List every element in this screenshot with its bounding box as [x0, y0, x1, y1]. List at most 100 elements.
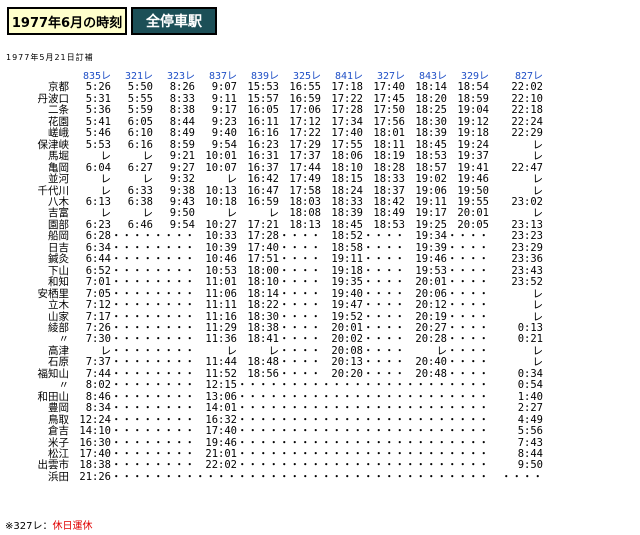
time-cell: 16:16 [247, 127, 279, 140]
time-cell: ・・・・ [153, 470, 195, 483]
time-cell: 19:37 [457, 150, 489, 163]
time-cell: ・・・・ [153, 425, 195, 438]
time-cell: 20:12 [415, 299, 447, 312]
revision-note: 1977年5月21日訂補 [6, 53, 94, 62]
time-cell: 6:10 [127, 127, 153, 140]
time-cell: 18:33 [373, 173, 405, 186]
time-cell: 19:11 [331, 253, 363, 266]
time-cell: ・・・・ [153, 253, 195, 266]
station-name: 和知 [48, 276, 69, 289]
header: 1977年6月の時刻 全停車駅 [7, 7, 217, 35]
time-cell: 9:21 [169, 150, 195, 163]
time-cell: ・・・・ [111, 253, 153, 266]
time-cell: 22:29 [511, 127, 543, 140]
time-cell: ・・・・ [153, 299, 195, 312]
time-cell: 17:40 [331, 127, 363, 140]
table-row: 豊岡 8:34 ・・・・ ・・・・ 14:01 ・・・・ ・・・・ ・・・・ ・・・・ ・・・・・… [4, 402, 543, 415]
table-row: 和知 7:01 ・・・・ ・・・・ 11:01 18:10 ・・・・ 19:35 ・・・・ 20:… [4, 276, 543, 289]
time-cell: 11:11 [205, 299, 237, 312]
time-cell: 18:39 [415, 127, 447, 140]
time-cell: ・・・・ [111, 379, 153, 392]
time-cell: ・・・・ [279, 379, 321, 392]
time-cell: 20:01 [415, 276, 447, 289]
time-cell: ・・・・ [363, 276, 405, 289]
time-cell: 5:46 [85, 127, 111, 140]
time-cell: 16:42 [247, 173, 279, 186]
time-cell: 23:36 [511, 253, 543, 266]
time-cell: ・・・・ [279, 402, 321, 415]
time-cell: ・・・・ [405, 470, 447, 483]
time-cell: ・・・・ [279, 425, 321, 438]
table-row: 並河 レ レ 9:32 レ 16:42 17:49 18:15 18:33 19:02 19:46 レ [4, 173, 544, 186]
time-cell: 18:06 [331, 150, 363, 163]
timetable: 835レ 321レ 323レ 837レ 839レ 325レ 841レ 327レ 843レ 329レ… [4, 71, 544, 483]
time-cell: 18:01 [373, 127, 405, 140]
time-cell: 23:52 [511, 276, 543, 289]
time-cell: 5:56 [517, 425, 543, 438]
time-cell: 6:44 [85, 253, 111, 266]
time-cell: 10:01 [205, 150, 237, 163]
table-row: 馬堀 レ レ 9:21 10:01 16:31 17:37 18:06 18:19 18:53 19… [4, 150, 544, 163]
time-cell: ・・・・ [279, 470, 321, 483]
time-cell: ・・・・ [447, 425, 489, 438]
time-cell: 8:49 [169, 127, 195, 140]
time-cell: ・・・・ [111, 470, 153, 483]
station-name: 〃 [58, 379, 70, 392]
time-cell: 17:49 [289, 173, 321, 186]
time-cell: ・・・・ [237, 425, 279, 438]
time-cell: ・・・・ [153, 379, 195, 392]
timetable-body: 京都 5:26 5:50 8:26 9:07 15:53 16:55 17:18 17:40 18… [4, 81, 544, 483]
table-row: 倉吉 14:10 ・・・・ ・・・・ 17:40 ・・・・ ・・・・ ・・・・ ・・・・ ・・・・… [4, 425, 543, 438]
time-cell: 19:18 [457, 127, 489, 140]
time-cell: 14:01 [205, 402, 237, 415]
time-cell: ・・・・ [111, 299, 153, 312]
footnote: ※327レ：休日運休 [5, 517, 92, 532]
table-row: 嵯峨 5:46 6:10 8:49 9:40 16:16 17:22 17:40 18:01 18… [4, 127, 543, 140]
time-cell: 17:22 [289, 127, 321, 140]
time-cell: 17:40 [205, 425, 237, 438]
time-cell: 19:46 [457, 173, 489, 186]
time-cell: ・・・・ [363, 253, 405, 266]
time-cell: 19:46 [415, 253, 447, 266]
time-cell: 14:10 [79, 425, 111, 438]
time-cell: ・・・・ [447, 402, 489, 415]
time-cell: ・・・・ [237, 379, 279, 392]
time-cell: ・・・・ [447, 276, 489, 289]
time-cell: 0:54 [517, 379, 543, 392]
table-row: 〃 8:02 ・・・・ ・・・・ 12:15 ・・・・ ・・・・ ・・・・ ・・・・ ・・・・ ・・… [4, 379, 544, 392]
time-cell: ・・・・ [111, 402, 153, 415]
time-cell: ・・・・ [405, 402, 447, 415]
time-cell: 8:02 [85, 379, 111, 392]
table-row: 浜田 21:26 ・・・・ ・・・・ ・・・・ ・・・・ ・・・・ ・・・・ ・・・・ ・・・・・… [4, 470, 543, 483]
time-cell: レ [100, 150, 112, 163]
time-cell: ・・・・ [363, 299, 405, 312]
time-cell: ・・・・ [447, 253, 489, 266]
time-cell: ・・・・ [363, 425, 405, 438]
time-cell: 7:12 [85, 299, 111, 312]
time-cell: ・・・・ [321, 425, 363, 438]
time-cell: レ [532, 173, 544, 186]
time-cell: レ [532, 150, 544, 163]
time-cell: 21:26 [79, 470, 111, 483]
time-cell: 9:32 [169, 173, 195, 186]
time-cell: ・・・・ [237, 470, 279, 483]
station-name: 馬堀 [48, 150, 69, 163]
time-cell: ・・・・ [153, 276, 195, 289]
time-cell: レ [142, 173, 154, 186]
time-cell: ・・・・ [321, 402, 363, 415]
time-cell: 7:01 [85, 276, 111, 289]
time-cell: 10:46 [205, 253, 237, 266]
time-cell: ・・・・ [405, 425, 447, 438]
time-cell: 9:40 [211, 127, 237, 140]
time-cell: 18:53 [415, 150, 447, 163]
station-name: 倉吉 [48, 425, 69, 438]
page-title: 1977年6月の時刻 [7, 7, 127, 35]
time-cell: レ [226, 173, 238, 186]
time-cell: ・・・・ [279, 276, 321, 289]
station-name: 鍼灸 [48, 253, 69, 266]
time-cell: 12:15 [205, 379, 237, 392]
time-cell: レ [142, 150, 154, 163]
station-name: 嵯峨 [48, 127, 69, 140]
time-cell: ・・・・ [237, 402, 279, 415]
time-cell: ・・・・ [447, 299, 489, 312]
